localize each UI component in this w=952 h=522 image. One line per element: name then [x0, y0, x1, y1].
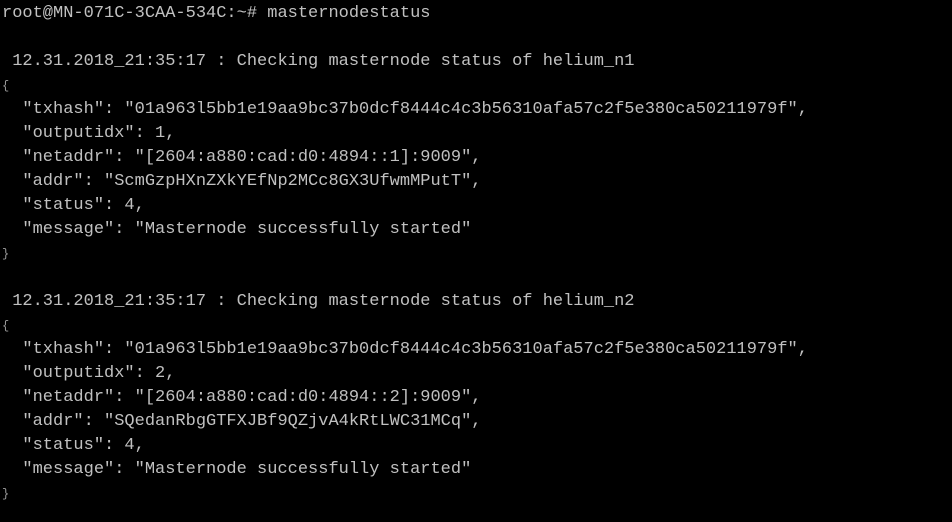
command-line: root@MN-071C-3CAA-534C:~# masternodestat…: [2, 2, 952, 26]
json-field-txhash: "txhash": "01a963l5bb1e19aa9bc37b0dcf844…: [2, 340, 808, 359]
output-block-n1: 12.31.2018_21:35:17 : Checking masternod…: [2, 50, 952, 266]
status-header: 12.31.2018_21:35:17 : Checking masternod…: [2, 52, 635, 71]
json-field-status: "status": 4,: [2, 436, 145, 455]
json-field-outputidx: "outputidx": 2,: [2, 364, 176, 383]
json-field-outputidx: "outputidx": 1,: [2, 124, 176, 143]
json-field-addr: "addr": "ScmGzpHXnZXkYEfNp2MCc8GX3UfwmMP…: [2, 172, 482, 191]
json-field-netaddr: "netaddr": "[2604:a880:cad:d0:4894::1]:9…: [2, 148, 482, 167]
terminal-window[interactable]: root@MN-071C-3CAA-534C:~# masternodestat…: [0, 0, 952, 522]
json-close-brace: }: [2, 247, 10, 261]
output-block-n2: 12.31.2018_21:35:17 : Checking masternod…: [2, 290, 952, 506]
json-field-message: "message": "Masternode successfully star…: [2, 460, 472, 479]
json-open-brace: {: [2, 319, 10, 333]
json-open-brace: {: [2, 79, 10, 93]
shell-prompt: root@MN-071C-3CAA-534C:~#: [2, 4, 258, 23]
json-field-message: "message": "Masternode successfully star…: [2, 220, 472, 239]
json-close-brace: }: [2, 487, 10, 501]
json-field-addr: "addr": "SQedanRbgGTFXJBf9QZjvA4kRtLWC31…: [2, 412, 482, 431]
json-field-txhash: "txhash": "01a963l5bb1e19aa9bc37b0dcf844…: [2, 100, 808, 119]
command-text: masternodestatus: [267, 4, 431, 23]
status-header: 12.31.2018_21:35:17 : Checking masternod…: [2, 292, 635, 311]
json-field-status: "status": 4,: [2, 196, 145, 215]
json-field-netaddr: "netaddr": "[2604:a880:cad:d0:4894::2]:9…: [2, 388, 482, 407]
